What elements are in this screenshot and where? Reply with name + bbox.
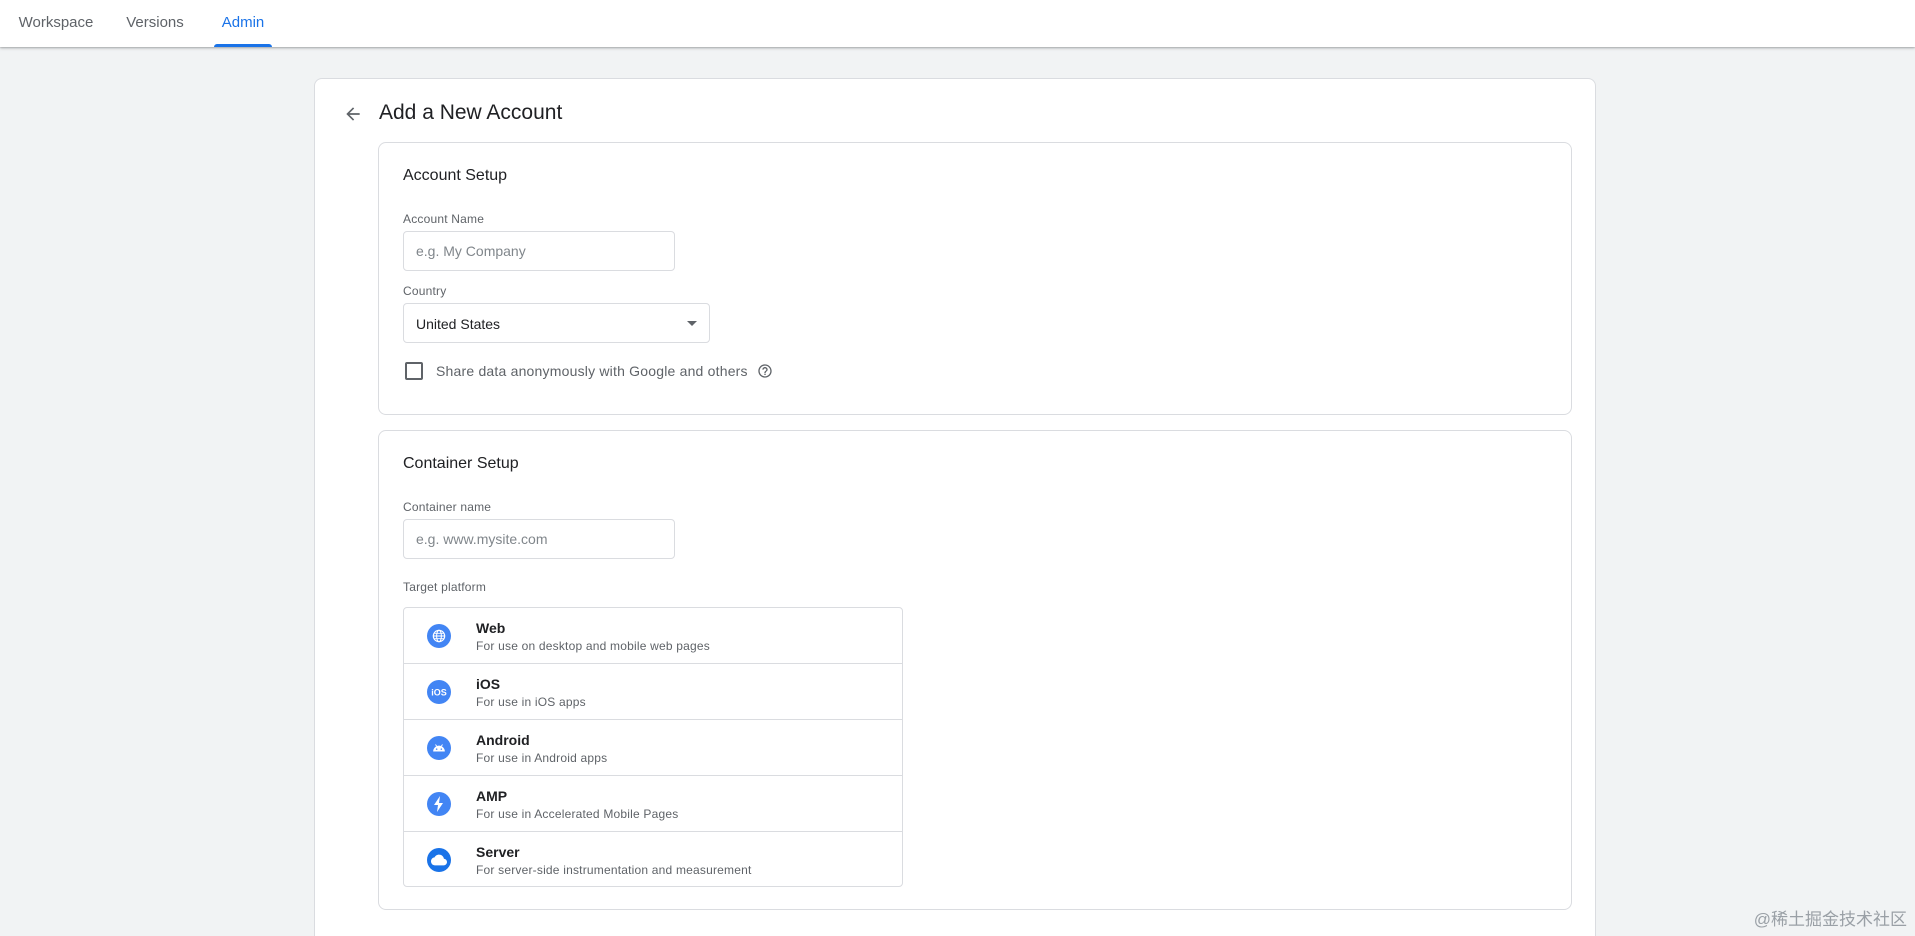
platform-description: For use on desktop and mobile web pages <box>476 639 710 653</box>
platform-option-server[interactable]: Server For server-side instrumentation a… <box>404 832 902 888</box>
share-data-checkbox[interactable] <box>405 362 423 380</box>
target-platform-label: Target platform <box>403 580 487 594</box>
page-title: Add a New Account <box>379 101 563 124</box>
cloud-icon <box>427 848 451 872</box>
account-name-input[interactable] <box>403 231 675 271</box>
account-name-label: Account Name <box>403 212 485 226</box>
target-platform-list: Web For use on desktop and mobile web pa… <box>403 607 903 887</box>
share-data-label: Share data anonymously with Google and o… <box>436 363 748 379</box>
share-data-row: Share data anonymously with Google and o… <box>405 361 773 381</box>
back-button[interactable] <box>337 98 369 130</box>
country-select[interactable]: United States <box>403 303 710 343</box>
country-select-value: United States <box>416 316 501 332</box>
platform-name: Android <box>476 732 530 748</box>
dropdown-arrow-icon <box>687 321 697 326</box>
platform-name: iOS <box>476 676 501 692</box>
platform-name: Web <box>476 620 506 636</box>
active-tab-indicator <box>214 44 272 47</box>
arrow-back-icon <box>346 107 360 121</box>
platform-name: Server <box>476 844 520 860</box>
android-icon <box>427 736 451 760</box>
container-name-input[interactable] <box>403 519 675 559</box>
top-nav: Workspace Versions Admin <box>0 0 1915 47</box>
container-setup-title: Container Setup <box>403 455 519 472</box>
platform-description: For use in iOS apps <box>476 695 586 709</box>
platform-option-amp[interactable]: AMP For use in Accelerated Mobile Pages <box>404 776 902 832</box>
platform-description: For use in Accelerated Mobile Pages <box>476 807 679 821</box>
platform-name: AMP <box>476 788 508 804</box>
ios-icon: iOS <box>427 680 451 704</box>
tab-workspace[interactable]: Workspace <box>18 0 94 47</box>
watermark: @稀土掘金技术社区 <box>1753 910 1907 929</box>
container-name-label: Container name <box>403 500 492 514</box>
platform-option-ios[interactable]: iOS iOS For use in iOS apps <box>404 664 902 720</box>
platform-description: For server-side instrumentation and meas… <box>476 863 752 877</box>
globe-icon <box>427 624 451 648</box>
tab-admin[interactable]: Admin <box>214 0 272 47</box>
main-panel: Add a New Account Account Setup Account … <box>314 78 1596 936</box>
platform-description: For use in Android apps <box>476 751 608 765</box>
account-setup-card: Account Setup Account Name Country Unite… <box>378 142 1572 415</box>
amp-bolt-icon <box>427 792 451 816</box>
container-setup-card: Container Setup Container name Target pl… <box>378 430 1572 910</box>
account-setup-title: Account Setup <box>403 167 508 184</box>
platform-option-web[interactable]: Web For use on desktop and mobile web pa… <box>404 608 902 664</box>
svg-text:iOS: iOS <box>431 688 447 698</box>
country-label: Country <box>403 284 447 298</box>
help-icon[interactable] <box>757 363 773 379</box>
tab-versions[interactable]: Versions <box>124 0 186 47</box>
tab-admin-label: Admin <box>221 14 265 31</box>
platform-option-android[interactable]: Android For use in Android apps <box>404 720 902 776</box>
